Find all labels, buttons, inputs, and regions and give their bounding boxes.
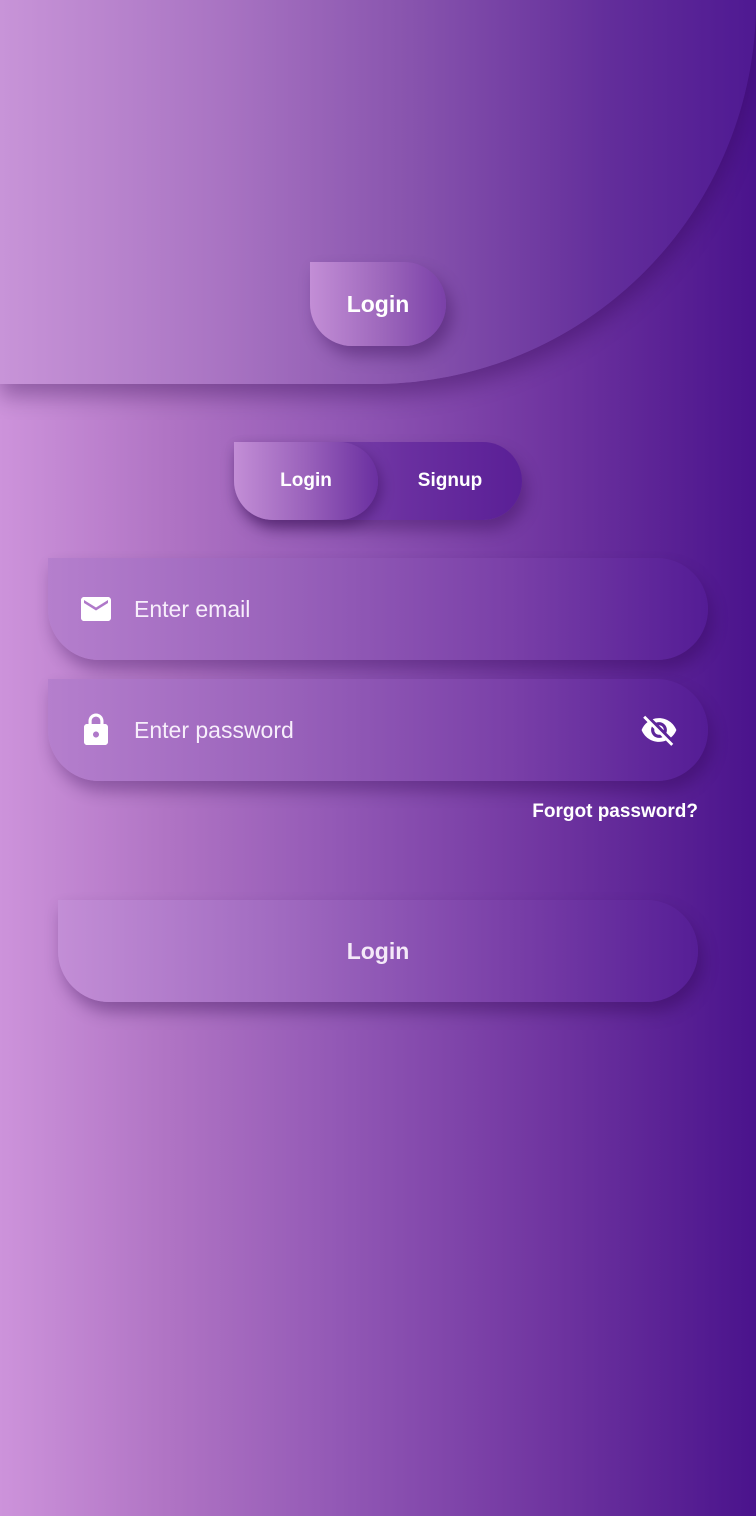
email-input[interactable] xyxy=(134,586,604,632)
password-input[interactable] xyxy=(134,707,604,753)
forgot-password-link[interactable]: Forgot password? xyxy=(532,801,698,823)
lock-icon xyxy=(84,713,108,745)
tab-login[interactable]: Login xyxy=(234,442,378,520)
login-submit-button[interactable]: Login xyxy=(58,900,698,1002)
password-field[interactable] xyxy=(48,679,708,781)
email-field[interactable] xyxy=(48,558,708,660)
eye-off-icon[interactable] xyxy=(640,711,678,749)
mail-icon xyxy=(81,597,111,621)
auth-mode-toggle: Login Signup xyxy=(234,442,522,520)
tab-signup[interactable]: Signup xyxy=(378,442,522,520)
header-login-button[interactable]: Login xyxy=(310,262,446,346)
